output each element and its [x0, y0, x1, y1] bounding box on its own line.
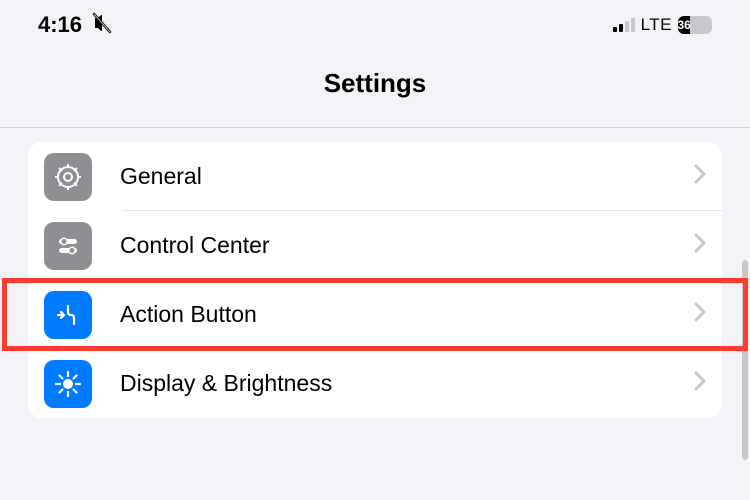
settings-item-label: Display & Brightness	[120, 370, 694, 397]
gear-icon	[44, 153, 92, 201]
chevron-right-icon	[694, 233, 706, 258]
page-header: Settings	[0, 50, 750, 128]
settings-item-label: Action Button	[120, 301, 694, 328]
cellular-signal-icon	[613, 18, 635, 32]
chevron-right-icon	[694, 302, 706, 327]
battery-level: 36	[677, 18, 690, 32]
battery-icon: 36	[678, 16, 712, 34]
settings-list: General Control Center Actio	[28, 142, 722, 418]
status-right: LTE 36	[613, 15, 712, 35]
page-title: Settings	[0, 68, 750, 99]
status-left: 4:16	[38, 11, 114, 40]
brightness-icon	[44, 360, 92, 408]
status-time: 4:16	[38, 12, 82, 38]
settings-item-display-brightness[interactable]: Display & Brightness	[28, 349, 722, 418]
settings-item-action-button[interactable]: Action Button	[28, 280, 722, 349]
silent-mode-icon	[90, 11, 114, 40]
settings-item-control-center[interactable]: Control Center	[28, 211, 722, 280]
scrollbar[interactable]	[742, 260, 748, 460]
chevron-right-icon	[694, 371, 706, 396]
network-label: LTE	[641, 15, 672, 35]
settings-item-label: General	[120, 163, 694, 190]
settings-item-label: Control Center	[120, 232, 694, 259]
sliders-icon	[44, 222, 92, 270]
action-button-icon	[44, 291, 92, 339]
settings-item-general[interactable]: General	[28, 142, 722, 211]
chevron-right-icon	[694, 164, 706, 189]
status-bar: 4:16 LTE 36	[0, 0, 750, 50]
